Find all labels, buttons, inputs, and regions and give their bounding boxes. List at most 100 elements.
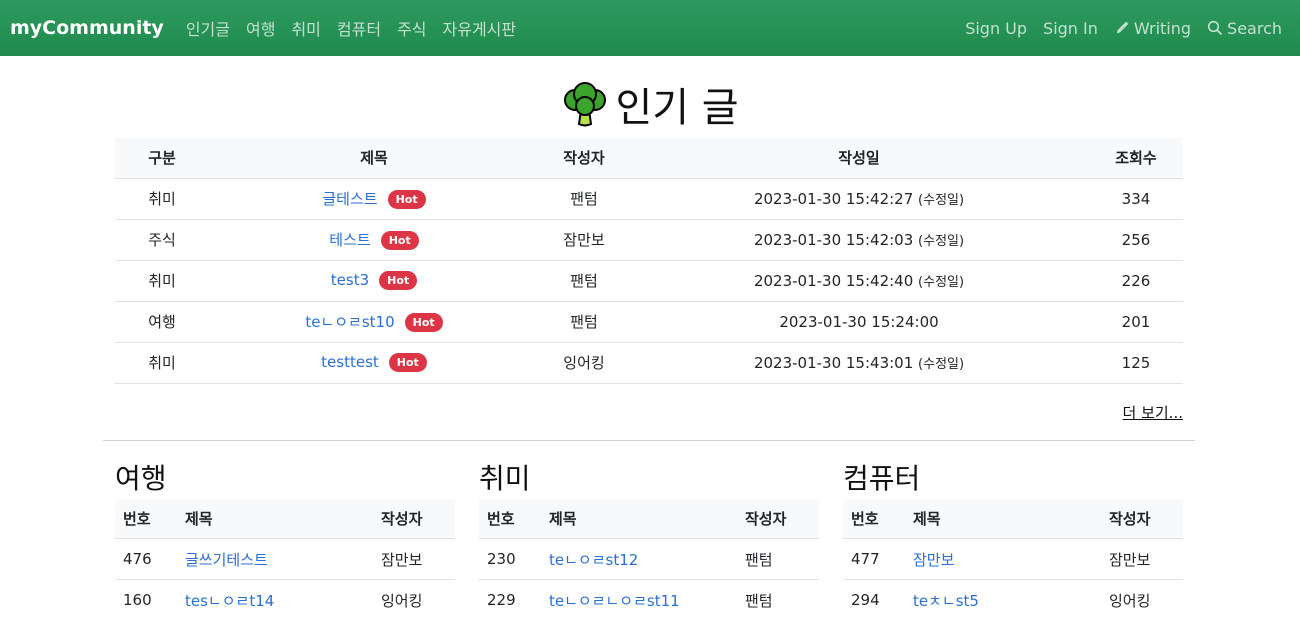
- hot-badge: Hot: [380, 231, 419, 250]
- post-title-link[interactable]: 글테스트: [322, 190, 377, 208]
- board-title[interactable]: 여행: [115, 457, 455, 497]
- row-views: 201: [1089, 301, 1183, 343]
- row-author: 잠만보: [539, 219, 629, 261]
- table-row: 477 잠만보 잠만보: [843, 538, 1183, 580]
- row-title-cell: 글테스트 Hot: [209, 178, 539, 220]
- nav-popular[interactable]: 인기글: [178, 16, 238, 40]
- row-title-cell: testtest Hot: [209, 342, 539, 384]
- table-row: 476 글쓰기테스트 잠만보: [115, 538, 455, 580]
- popular-table: 구분 제목 작성자 작성일 조회수 취미 글테스트 Hot 팬텀 2023-01-…: [115, 138, 1183, 384]
- hot-badge: Hot: [387, 190, 426, 209]
- signin-link[interactable]: Sign In: [1035, 19, 1106, 38]
- row-date: 2023-01-30 15:24:00: [779, 312, 939, 331]
- table-header-row: 번호 제목 작성자: [843, 498, 1183, 539]
- row-date: 2023-01-30 15:42:03: [753, 231, 914, 249]
- row-author: 팬텀: [737, 579, 819, 619]
- table-row: 160 tesㄴㅇㄹt14 잉어킹: [115, 579, 455, 619]
- table-row: 여행 teㄴㅇㄹst10 Hot 팬텀 2023-01-30 15:24:00 2…: [115, 301, 1183, 343]
- row-title-cell: teㅊㄴst5: [905, 579, 1101, 619]
- col-author: 작성자: [1101, 498, 1183, 539]
- table-row: 주식 테스트 Hot 잠만보 2023-01-30 15:42:03 (수정일) …: [115, 219, 1183, 261]
- edited-label: (수정일): [918, 234, 965, 249]
- row-title-cell: 테스트 Hot: [209, 219, 539, 261]
- table-row: 취미 testtest Hot 잉어킹 2023-01-30 15:43:01 (…: [115, 342, 1183, 384]
- col-author: 작성자: [737, 498, 819, 539]
- row-views: 125: [1089, 342, 1183, 384]
- row-title-cell: teㄴㅇㄹst12: [541, 538, 737, 580]
- table-row: 229 teㄴㅇㄹㄴㅇㄹst11 팬텀: [479, 579, 819, 619]
- row-author: 팬텀: [737, 538, 819, 580]
- board-table: 번호 제목 작성자 477 잠만보 잠만보 294 teㅊㄴst5 잉어킹: [843, 498, 1183, 619]
- row-author: 잠만보: [1101, 538, 1183, 580]
- row-author: 팬텀: [539, 178, 629, 220]
- board-section: 여행 번호 제목 작성자 476 글쓰기테스트 잠만보 160 tesㄴㅇㄹt1…: [115, 457, 455, 619]
- post-title-link[interactable]: teㄴㅇㄹㄴㅇㄹst11: [549, 592, 680, 610]
- hot-badge: Hot: [388, 353, 427, 372]
- row-date-cell: 2023-01-30 15:42:27 (수정일): [629, 178, 1089, 220]
- row-author: 팬텀: [539, 260, 629, 302]
- row-date-cell: 2023-01-30 15:43:01 (수정일): [629, 342, 1089, 384]
- nav-computer[interactable]: 컴퓨터: [329, 16, 389, 40]
- search-link[interactable]: Search: [1199, 19, 1290, 38]
- row-title-cell: tesㄴㅇㄹt14: [177, 579, 373, 619]
- col-date: 작성일: [629, 138, 1089, 179]
- row-number: 230: [479, 538, 541, 580]
- row-author: 잠만보: [373, 538, 455, 580]
- divider: [103, 439, 1195, 441]
- col-title: 제목: [905, 498, 1101, 539]
- table-header-row: 구분 제목 작성자 작성일 조회수: [115, 138, 1183, 179]
- broccoli-icon: [564, 82, 607, 127]
- user-menu: Sign Up Sign In Writing Search: [957, 19, 1290, 38]
- col-title: 제목: [177, 498, 373, 539]
- board-title[interactable]: 컴퓨터: [843, 457, 1183, 497]
- more-container: 더 보기...: [115, 402, 1183, 424]
- board-table: 번호 제목 작성자 476 글쓰기테스트 잠만보 160 tesㄴㅇㄹt14 잉…: [115, 498, 455, 619]
- row-number: 477: [843, 538, 905, 580]
- post-title-link[interactable]: 잠만보: [913, 551, 954, 569]
- brand-logo[interactable]: myCommunity: [10, 17, 164, 39]
- edited-label: (수정일): [918, 357, 965, 372]
- col-author: 작성자: [539, 138, 629, 179]
- row-date: 2023-01-30 15:42:27: [753, 190, 914, 208]
- search-icon: [1207, 20, 1223, 36]
- popular-header: 인기 글: [0, 76, 1300, 132]
- table-row: 294 teㅊㄴst5 잉어킹: [843, 579, 1183, 619]
- post-title-link[interactable]: test3: [331, 271, 369, 289]
- table-row: 취미 test3 Hot 팬텀 2023-01-30 15:42:40 (수정일)…: [115, 260, 1183, 302]
- writing-label: Writing: [1133, 18, 1192, 38]
- board-title[interactable]: 취미: [479, 457, 819, 497]
- row-author: 잉어킹: [373, 579, 455, 619]
- signup-link[interactable]: Sign Up: [957, 19, 1035, 38]
- table-row: 취미 글테스트 Hot 팬텀 2023-01-30 15:42:27 (수정일) …: [115, 178, 1183, 220]
- row-date-cell: 2023-01-30 15:42:03 (수정일): [629, 219, 1089, 261]
- post-title-link[interactable]: teㄴㅇㄹst10: [305, 313, 394, 331]
- row-number: 476: [115, 538, 177, 580]
- col-number: 번호: [479, 498, 541, 539]
- row-number: 160: [115, 579, 177, 619]
- row-views: 334: [1089, 178, 1183, 220]
- row-title-cell: teㄴㅇㄹst10 Hot: [209, 301, 539, 343]
- row-author: 잉어킹: [539, 342, 629, 384]
- nav-stock[interactable]: 주식: [389, 16, 434, 40]
- row-views: 256: [1089, 219, 1183, 261]
- more-link[interactable]: 더 보기...: [1123, 404, 1183, 422]
- hot-badge: Hot: [379, 271, 418, 290]
- nav-travel[interactable]: 여행: [238, 16, 283, 40]
- post-title-link[interactable]: teㄴㅇㄹst12: [549, 551, 638, 569]
- post-title-link[interactable]: tesㄴㅇㄹt14: [185, 592, 274, 610]
- row-date-cell: 2023-01-30 15:24:00: [629, 301, 1089, 343]
- row-title-cell: 글쓰기테스트: [177, 538, 373, 580]
- main-menu: 인기글 여행 취미 컴퓨터 주식 자유게시판: [178, 16, 524, 40]
- row-category: 여행: [115, 301, 209, 343]
- search-label: Search: [1227, 18, 1282, 38]
- row-title-cell: teㄴㅇㄹㄴㅇㄹst11: [541, 579, 737, 619]
- nav-free-board[interactable]: 자유게시판: [435, 16, 525, 40]
- post-title-link[interactable]: 글쓰기테스트: [185, 551, 268, 569]
- post-title-link[interactable]: testtest: [321, 353, 379, 371]
- writing-link[interactable]: Writing: [1106, 19, 1199, 38]
- row-title-cell: 잠만보: [905, 538, 1101, 580]
- post-title-link[interactable]: 테스트: [329, 231, 370, 249]
- post-title-link[interactable]: teㅊㄴst5: [913, 592, 979, 610]
- table-header-row: 번호 제목 작성자: [479, 498, 819, 539]
- nav-hobby[interactable]: 취미: [283, 16, 328, 40]
